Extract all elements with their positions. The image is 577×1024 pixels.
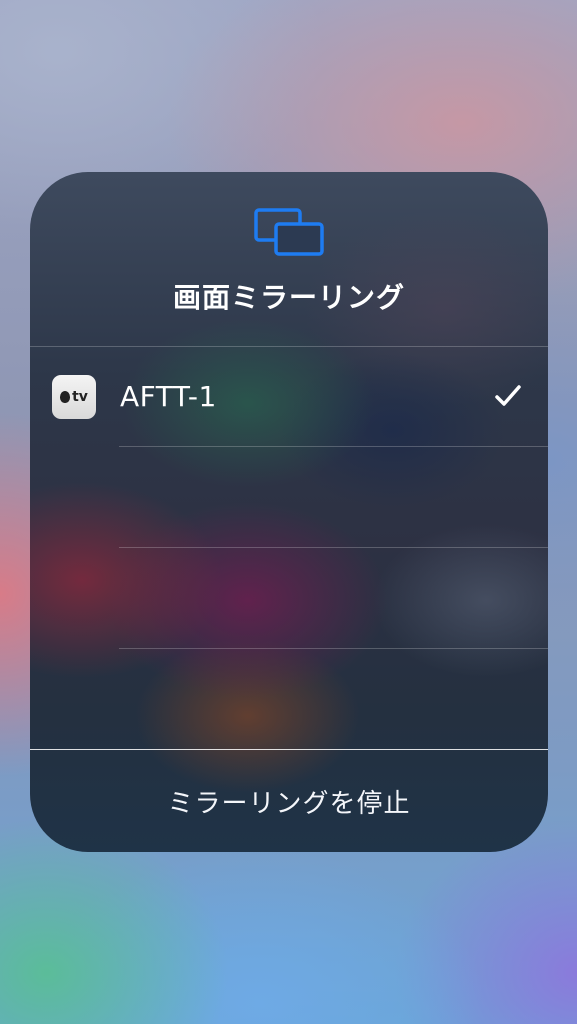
apple-logo-icon	[60, 391, 71, 403]
apple-tv-icon: tv	[52, 375, 96, 419]
empty-device-row	[119, 548, 548, 648]
panel-header: 画面ミラーリング	[30, 172, 548, 346]
device-row-aftt-1[interactable]: tv AFTT-1	[30, 347, 548, 447]
device-name: AFTT-1	[120, 380, 217, 413]
screen-mirroring-icon	[254, 208, 324, 256]
page-title: 画面ミラーリング	[172, 281, 405, 314]
screen-mirroring-panel: 画面ミラーリング tv AFTT-1 ミラーリングを停止	[30, 172, 548, 852]
stop-mirroring-button[interactable]: ミラーリングを停止	[30, 750, 548, 852]
empty-device-row	[119, 649, 548, 749]
checkmark-icon	[495, 385, 521, 406]
apple-tv-icon-label: tv	[72, 389, 88, 405]
empty-device-row	[119, 447, 548, 547]
